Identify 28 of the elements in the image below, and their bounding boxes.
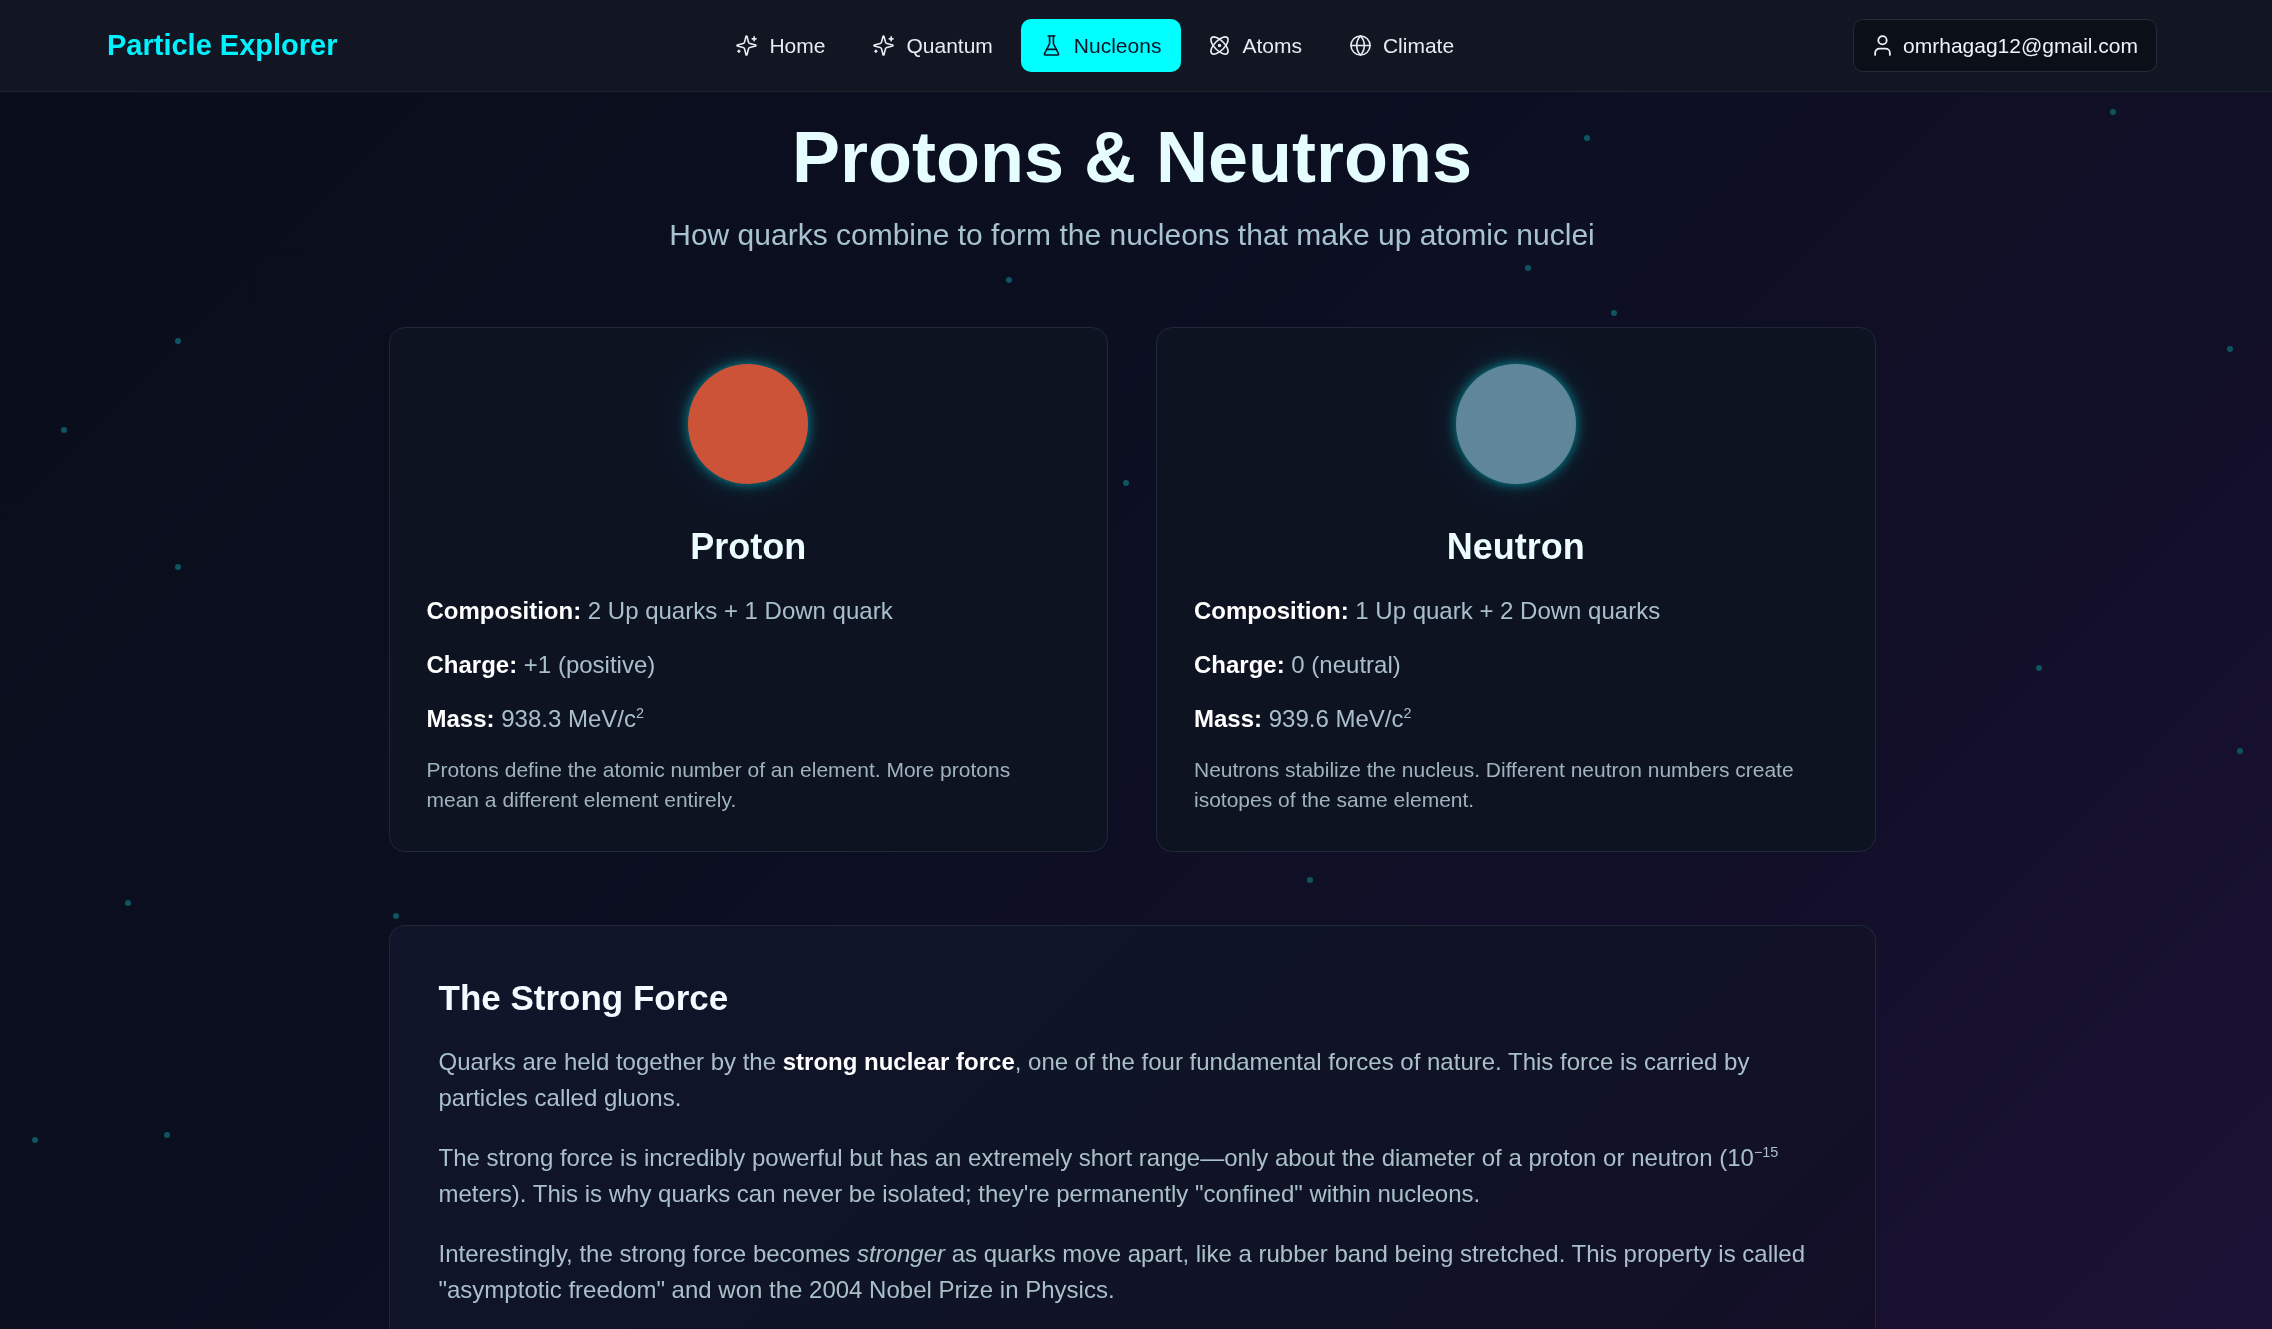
card-description: Protons define the atomic number of an element. More protons mean a different element entirely. [426, 757, 1012, 813]
paragraph: Quarks are held together by the strong nuclear force, one of the four fundamental forces of nature. This force is carried by particles called gluons. [438, 1047, 1751, 1113]
user-icon [1874, 35, 1892, 56]
property-line: Mass: 938.3 MeV/c$^{2}$ [426, 704, 645, 734]
atom-icon [1209, 35, 1231, 56]
card-title: Neutron [1445, 526, 1586, 567]
account-button[interactable]: omrhagag12@gmail.com [1853, 19, 2157, 72]
property-line: Composition: 2 Up quarks + 1 Down quark [426, 596, 894, 626]
globe-icon [1349, 35, 1371, 56]
property-line: Mass: 939.6 MeV/c$^{2}$ [1194, 704, 1413, 734]
sparkle-icon [736, 35, 758, 56]
sparkle-icon [873, 35, 895, 56]
page-title: Protons & Neutrons [791, 116, 1473, 199]
paragraph: Interestingly, the strong force becomes stronger as quarks move apart, like a rubber band being stretched. This property is called "asymptotic freedom" and won the 2004 Nobel Prize in Physics. [438, 1239, 1806, 1305]
nav-tab[interactable]: Home [716, 19, 846, 72]
app-logo[interactable]: Particle Explorer [107, 29, 338, 62]
property-line: Charge: +1 (positive) [426, 650, 657, 680]
page-subtitle: How quarks combine to form the nucleons that make up atomic nuclei [668, 217, 1596, 253]
property-line: Composition: 1 Up quark + 2 Down quarks [1194, 596, 1662, 626]
paragraph: The strong force is incredibly powerful but has an extremely short range—only about the diameter of a proton or neutron (10$^{−15}$ meters). This is why quarks can never be isolated; they're permanently "confined" within nucleons. [438, 1143, 1780, 1209]
nav-tab[interactable]: Nucleons [1020, 19, 1182, 72]
nav-tab[interactable]: Atoms [1189, 19, 1322, 72]
card-description: Neutrons stabilize the nucleus. Different neutron numbers create isotopes of the same element. [1194, 757, 1795, 813]
nav-tab[interactable]: Quantum [853, 19, 1013, 72]
nav-tab[interactable]: Climate [1329, 19, 1475, 72]
card-title: Proton [689, 526, 808, 567]
section-heading: The Strong Force [438, 977, 730, 1018]
property-line: Charge: 0 (neutral) [1194, 650, 1402, 680]
